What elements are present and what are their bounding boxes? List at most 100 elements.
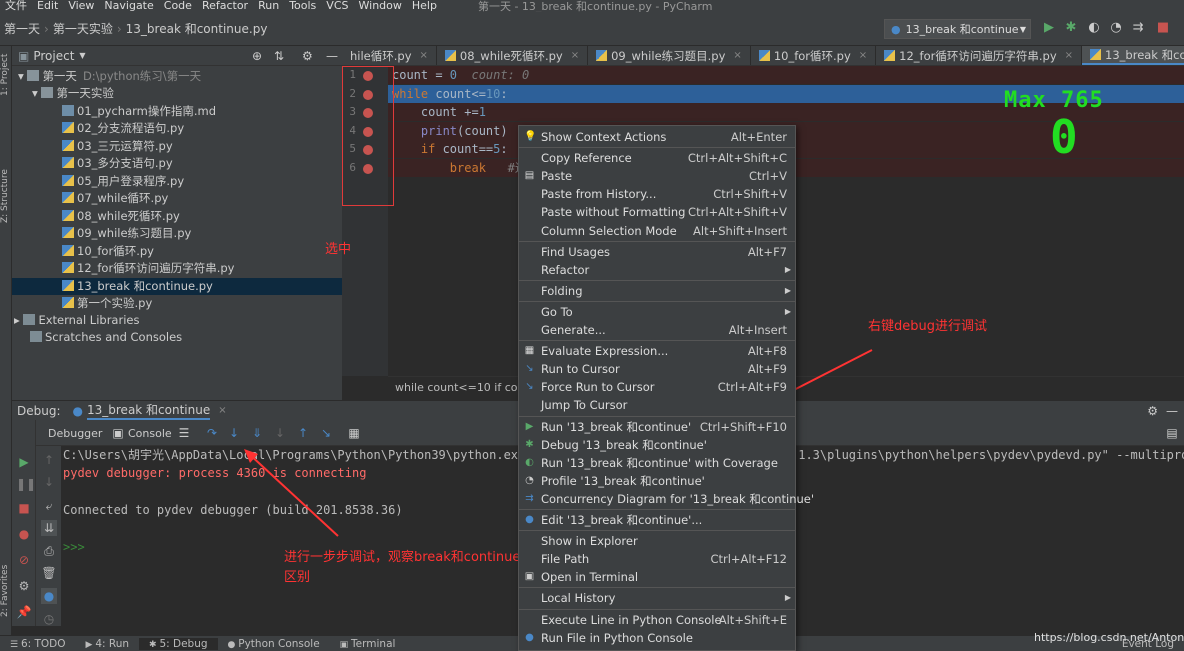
tree-file[interactable]: 12_for循环访问遍历字符串.py	[12, 260, 342, 277]
tree-file[interactable]: 13_break 和continue.py	[12, 277, 342, 295]
close-icon[interactable]: ×	[733, 46, 741, 65]
close-icon[interactable]: ×	[420, 46, 428, 65]
step-into-my-code-icon[interactable]: ⇓	[249, 425, 265, 441]
status-tab[interactable]: ✱ 5: Debug	[139, 637, 218, 650]
collapse-icon[interactable]: ⇅	[274, 49, 284, 63]
menu-item[interactable]: VCS	[321, 0, 353, 12]
editor-tab[interactable]: 09_while练习题目.py ×	[588, 46, 751, 65]
pause-icon[interactable]: ❚❚	[16, 476, 36, 492]
tree-file[interactable]: 第一个实验.py	[12, 295, 342, 312]
tree-file[interactable]: 03_多分支语句.py	[12, 155, 342, 172]
context-menu-item[interactable]: Paste from History... Ctrl+Shift+V	[519, 185, 795, 203]
step-over-icon[interactable]: ↷	[204, 425, 220, 441]
context-menu-item[interactable]: Show in Explorer	[519, 532, 795, 550]
context-menu-item[interactable]: ● Edit '13_break 和continue'...	[519, 511, 795, 529]
project-tool-tab[interactable]: 1: Project	[0, 50, 12, 100]
context-menu-item[interactable]: Copy Reference Ctrl+Alt+Shift+C	[519, 149, 795, 167]
breadcrumb-root[interactable]: 第一天	[0, 20, 44, 37]
context-menu-item[interactable]: Paste without Formatting Ctrl+Alt+Shift+V	[519, 203, 795, 221]
status-tab[interactable]: ☰ 6: TODO	[0, 638, 76, 650]
close-icon[interactable]: ×	[218, 405, 226, 416]
editor-tab[interactable]: hile循环.py ×	[342, 46, 437, 65]
run-config-dropdown[interactable]: ● 13_break 和continue ▼	[884, 19, 1031, 39]
menu-item[interactable]: Tools	[284, 0, 321, 12]
status-tab[interactable]: ▣ Terminal	[330, 638, 406, 650]
settings-icon[interactable]: ⚙	[16, 578, 32, 594]
breadcrumb-file[interactable]: 13_break 和continue.py	[122, 20, 272, 37]
close-icon[interactable]: ×	[859, 46, 867, 65]
tree-folder[interactable]: ▾ 第一天实验	[12, 85, 342, 102]
menu-item[interactable]: Navigate	[99, 0, 158, 12]
menu-item[interactable]: Edit	[32, 0, 63, 12]
context-menu-item[interactable]: Generate... Alt+Insert	[519, 321, 795, 339]
context-menu-item[interactable]: Execute Line in Python Console Alt+Shift+…	[519, 611, 795, 629]
debug-icon[interactable]: ✱	[1063, 20, 1079, 36]
context-menu-item[interactable]: ↘ Force Run to Cursor Ctrl+Alt+F9	[519, 378, 795, 396]
print-icon[interactable]: ⎙	[41, 543, 57, 559]
gear-icon[interactable]: ⚙	[1147, 404, 1158, 418]
context-menu-item[interactable]: File Path Ctrl+Alt+F12	[519, 550, 795, 568]
tree-file[interactable]: 08_while死循环.py	[12, 208, 342, 225]
tree-root[interactable]: ▾ 第一天 D:\python练习\第一天	[12, 68, 342, 85]
step-into-icon[interactable]: ↓	[226, 425, 242, 441]
context-menu-item[interactable]: 💡 Show Context Actions Alt+Enter	[519, 128, 795, 146]
minimize-icon[interactable]: —	[326, 49, 338, 63]
context-menu-item[interactable]: Go To ▶	[519, 303, 795, 321]
tree-file[interactable]: 10_for循环.py	[12, 243, 342, 260]
context-menu-item[interactable]: ⇉ Concurrency Diagram for '13_break 和cont…	[519, 490, 814, 508]
resume-icon[interactable]: ▶	[16, 454, 32, 470]
concurrency-icon[interactable]: ⇉	[1130, 20, 1146, 36]
step-out-icon[interactable]: ↑	[295, 425, 311, 441]
status-tab[interactable]: ▶ 4: Run	[76, 638, 140, 650]
breadcrumb-folder[interactable]: 第一天实验	[49, 20, 117, 37]
editor-tab[interactable]: 13_break 和continue.py×	[1082, 46, 1184, 65]
context-menu-item[interactable]: Folding ▶	[519, 282, 795, 300]
editor-tab[interactable]: 08_while死循环.py ×	[437, 46, 589, 65]
profile-icon[interactable]: ◔	[1108, 20, 1124, 36]
tree-scratches[interactable]: Scratches and Consoles	[12, 329, 342, 346]
debugger-tab[interactable]: Debugger	[48, 427, 102, 440]
context-menu-item[interactable]: ◔ Profile '13_break 和continue'	[519, 472, 795, 490]
run-icon[interactable]: ▶	[1041, 20, 1057, 36]
menu-item[interactable]: Code	[159, 0, 197, 12]
menu-item[interactable]: View	[63, 0, 99, 12]
menu-item[interactable]: Refactor	[197, 0, 253, 12]
gear-icon[interactable]: ⚙	[302, 49, 313, 63]
editor-tab[interactable]: 12_for循环访问遍历字符串.py ×	[876, 46, 1083, 65]
minimize-icon[interactable]: —	[1166, 404, 1178, 418]
context-menu-item[interactable]: ◐ Run '13_break 和continue' with Coverage	[519, 454, 795, 472]
breakpoints-icon[interactable]: ●	[16, 526, 32, 542]
editor-tab[interactable]: 10_for循环.py ×	[751, 46, 877, 65]
context-menu-item[interactable]: ▤ Paste Ctrl+V	[519, 167, 795, 185]
menu-icon[interactable]: ☰	[176, 425, 192, 441]
context-menu-item[interactable]: ▦ Evaluate Expression... Alt+F8	[519, 342, 795, 360]
tree-file[interactable]: 09_while练习题目.py	[12, 225, 342, 242]
menu-item[interactable]: 文件	[0, 0, 32, 12]
scroll-to-end-icon[interactable]: ⇊	[41, 520, 57, 536]
tree-file[interactable]: 02_分支流程语句.py	[12, 120, 342, 137]
mute-breakpoints-icon[interactable]: ⊘	[16, 552, 32, 568]
context-menu-item[interactable]: Local History ▶	[519, 589, 795, 607]
soft-wrap-icon[interactable]: ⤶	[41, 498, 57, 514]
down-icon[interactable]: ↓	[41, 474, 57, 490]
close-icon[interactable]: ×	[571, 46, 579, 65]
context-menu-item[interactable]: Jump To Cursor	[519, 396, 795, 414]
status-tab[interactable]: ● Python Console	[218, 638, 330, 650]
tree-file[interactable]: 07_while循环.py	[12, 190, 342, 207]
menu-item[interactable]: Window	[354, 0, 407, 12]
clear-icon[interactable]: 🗑	[41, 565, 57, 581]
context-menu-item[interactable]: ↘ Run to Cursor Alt+F9	[519, 360, 795, 378]
tree-file[interactable]: 05_用户登录程序.py	[12, 173, 342, 190]
tree-file[interactable]: 01_pycharm操作指南.md	[12, 103, 342, 120]
context-menu-item[interactable]: ✱ Debug '13_break 和continue'	[519, 436, 795, 454]
favorites-tool-tab[interactable]: 2: Favorites	[0, 556, 12, 626]
coverage-icon[interactable]: ◐	[1086, 20, 1102, 36]
pin-icon[interactable]: 📌	[16, 604, 32, 620]
context-menu-item[interactable]: Column Selection Mode Alt+Shift+Insert	[519, 222, 795, 240]
tree-file[interactable]: 03_三元运算符.py	[12, 138, 342, 155]
history-icon[interactable]: ◷	[41, 611, 57, 627]
python-console-icon[interactable]: ●	[41, 588, 57, 604]
console-tab[interactable]: Console	[128, 427, 172, 440]
structure-tool-tab[interactable]: Z: Structure	[0, 166, 12, 226]
project-view-dropdown[interactable]: Project	[33, 49, 74, 63]
